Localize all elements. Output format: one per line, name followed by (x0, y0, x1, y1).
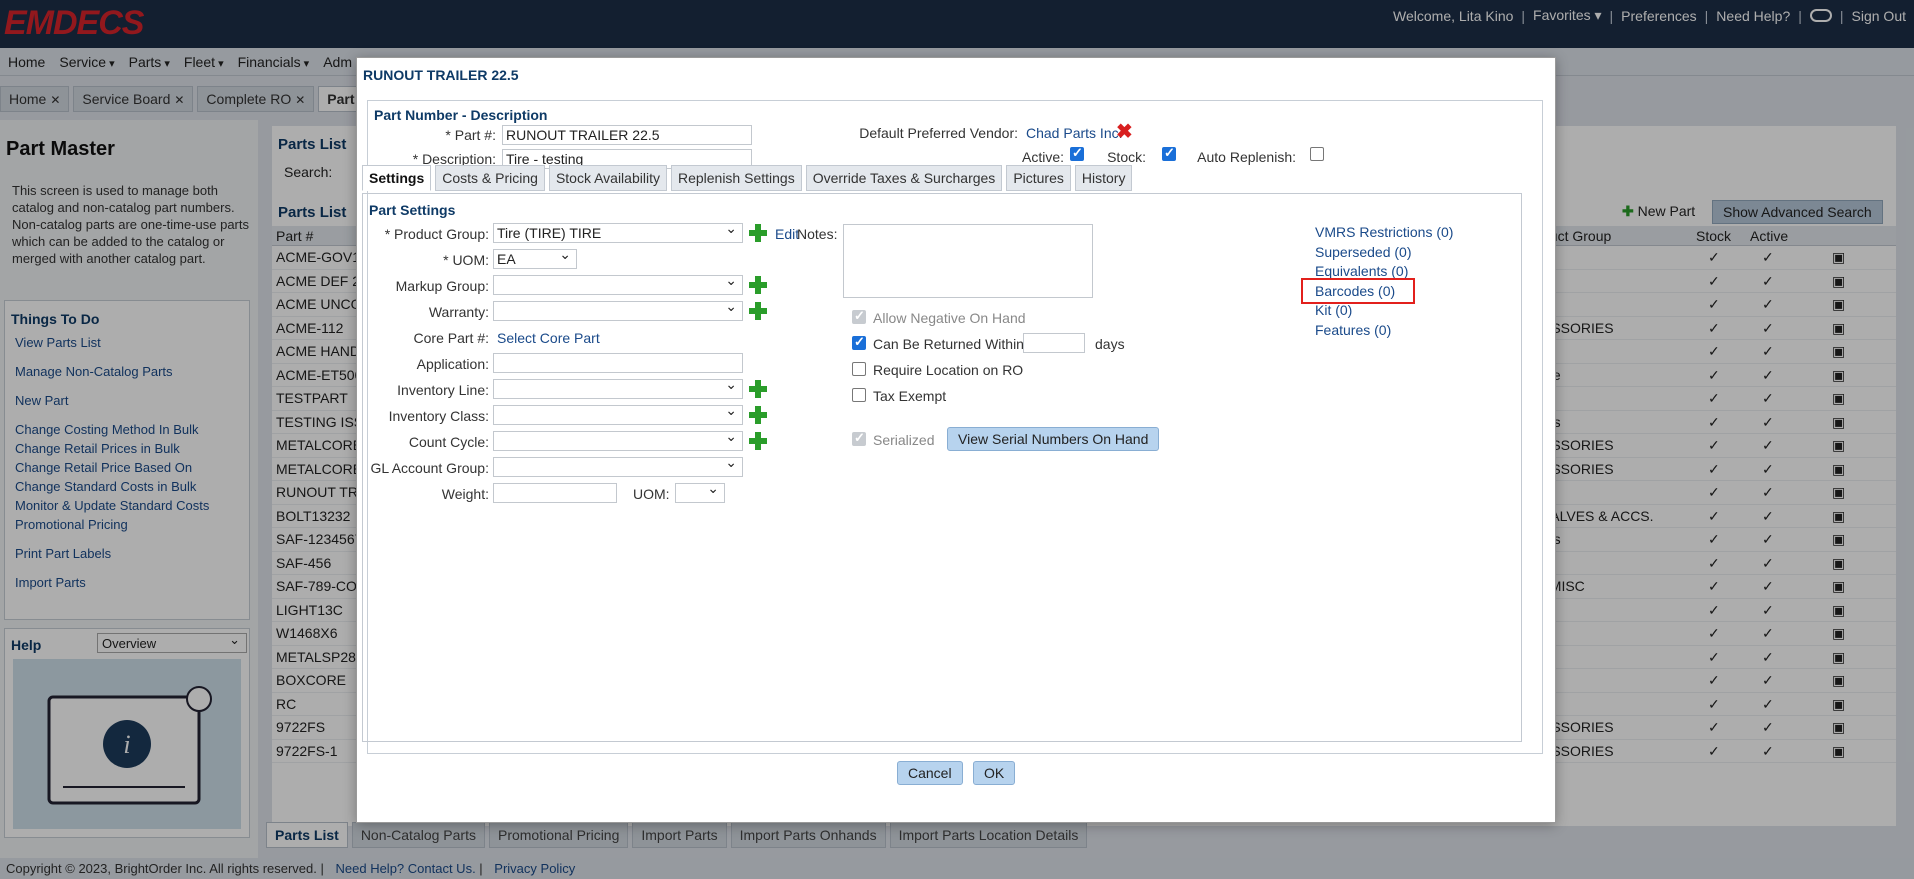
add-warranty-icon[interactable] (749, 302, 767, 320)
auto-replenish-label: Auto Replenish: (1197, 149, 1296, 165)
can-be-returned-checkbox[interactable] (852, 334, 866, 350)
dialog-tabs: Settings Costs & Pricing Stock Availabil… (362, 165, 1133, 191)
kit-link[interactable]: Kit (0) (1315, 302, 1352, 318)
weight-label: Weight: (441, 486, 489, 502)
inventory-line-select[interactable] (493, 376, 743, 399)
tab-stock-availability[interactable]: Stock Availability (548, 165, 667, 191)
allow-negative-checkbox (852, 308, 866, 324)
markup-group-select[interactable] (493, 272, 743, 295)
weight-uom-label: UOM: (633, 486, 670, 502)
tab-replenish-settings[interactable]: Replenish Settings (670, 165, 802, 191)
view-serial-numbers-button[interactable]: View Serial Numbers On Hand (947, 427, 1160, 451)
stock-label: Stock: (1107, 149, 1146, 165)
product-group-label: * Product Group: (384, 226, 489, 242)
markup-group-label: Markup Group: (395, 278, 489, 294)
add-markup-group-icon[interactable] (749, 276, 767, 294)
require-location-label: Require Location on RO (873, 362, 1024, 378)
return-days-input[interactable] (1023, 333, 1085, 353)
serialized-label: Serialized (873, 432, 935, 448)
can-be-returned-label: Can Be Returned Within (873, 336, 1024, 352)
tab-override-taxes[interactable]: Override Taxes & Surcharges (805, 165, 1003, 191)
serialized-checkbox (852, 430, 866, 446)
notes-textarea[interactable] (843, 224, 1093, 298)
part-settings-title: Part Settings (369, 202, 456, 218)
tab-history[interactable]: History (1074, 165, 1133, 191)
equivalents-link[interactable]: Equivalents (0) (1315, 263, 1408, 279)
select-core-part-link[interactable]: Select Core Part (497, 330, 600, 346)
tab-settings[interactable]: Settings (362, 165, 432, 191)
gl-account-label: GL Account Group: (370, 460, 489, 476)
add-product-group-icon[interactable] (749, 224, 767, 242)
active-checkbox[interactable] (1070, 145, 1084, 161)
auto-replenish-checkbox[interactable] (1310, 147, 1324, 161)
core-part-label: Core Part #: (413, 330, 489, 346)
stock-checkbox[interactable] (1162, 145, 1176, 161)
vendor-link[interactable]: Chad Parts Inc. (1026, 125, 1123, 141)
application-label: Application: (416, 356, 489, 372)
vmrs-restrictions-link[interactable]: VMRS Restrictions (0) (1315, 224, 1453, 240)
uom-select[interactable]: EA (493, 246, 577, 269)
part-number-input[interactable]: RUNOUT TRAILER 22.5 (502, 125, 752, 145)
add-count-cycle-icon[interactable] (749, 432, 767, 450)
uom-label: * UOM: (443, 252, 489, 268)
warranty-label: Warranty: (428, 304, 489, 320)
add-inventory-class-icon[interactable] (749, 406, 767, 424)
part-number-label: * Part #: (445, 127, 496, 143)
settings-panel: Part Settings * Product Group: Tire (TIR… (362, 193, 1522, 742)
count-cycle-label: Count Cycle: (408, 434, 489, 450)
notes-label: Notes: (797, 226, 838, 242)
inventory-class-label: Inventory Class: (388, 408, 489, 424)
inventory-line-label: Inventory Line: (397, 382, 489, 398)
superseded-link[interactable]: Superseded (0) (1315, 244, 1412, 260)
tab-costs-pricing[interactable]: Costs & Pricing (435, 165, 545, 191)
count-cycle-select[interactable] (493, 428, 743, 451)
barcodes-highlight (1301, 278, 1415, 304)
tax-exempt-label: Tax Exempt (873, 388, 947, 404)
cancel-button[interactable]: Cancel (897, 761, 963, 785)
tax-exempt-checkbox[interactable] (852, 388, 866, 402)
dialog-title: RUNOUT TRAILER 22.5 (363, 67, 519, 83)
ok-button[interactable]: OK (973, 761, 1016, 785)
gl-account-select[interactable] (493, 454, 743, 477)
application-input[interactable] (493, 353, 743, 373)
part-dialog: RUNOUT TRAILER 22.5 Part Number - Descri… (356, 57, 1556, 823)
remove-vendor-icon[interactable]: ✖ (1116, 119, 1133, 144)
days-label: days (1095, 336, 1125, 352)
vendor-label: Default Preferred Vendor: (859, 125, 1018, 141)
allow-negative-label: Allow Negative On Hand (873, 310, 1026, 326)
require-location-checkbox[interactable] (852, 362, 866, 376)
dialog-body: Part Number - Description * Part #: RUNO… (362, 100, 1543, 754)
features-link[interactable]: Features (0) (1315, 322, 1391, 338)
weight-uom-select[interactable] (675, 480, 725, 503)
edit-product-group-link[interactable]: Edit (775, 226, 799, 242)
section-title: Part Number - Description (374, 107, 548, 123)
add-inventory-line-icon[interactable] (749, 380, 767, 398)
weight-input[interactable] (493, 483, 617, 503)
active-label: Active: (1021, 149, 1064, 165)
inventory-class-select[interactable] (493, 402, 743, 425)
product-group-select[interactable]: Tire (TIRE) TIRE (493, 220, 743, 243)
tab-pictures[interactable]: Pictures (1006, 165, 1071, 191)
warranty-select[interactable] (493, 298, 743, 321)
